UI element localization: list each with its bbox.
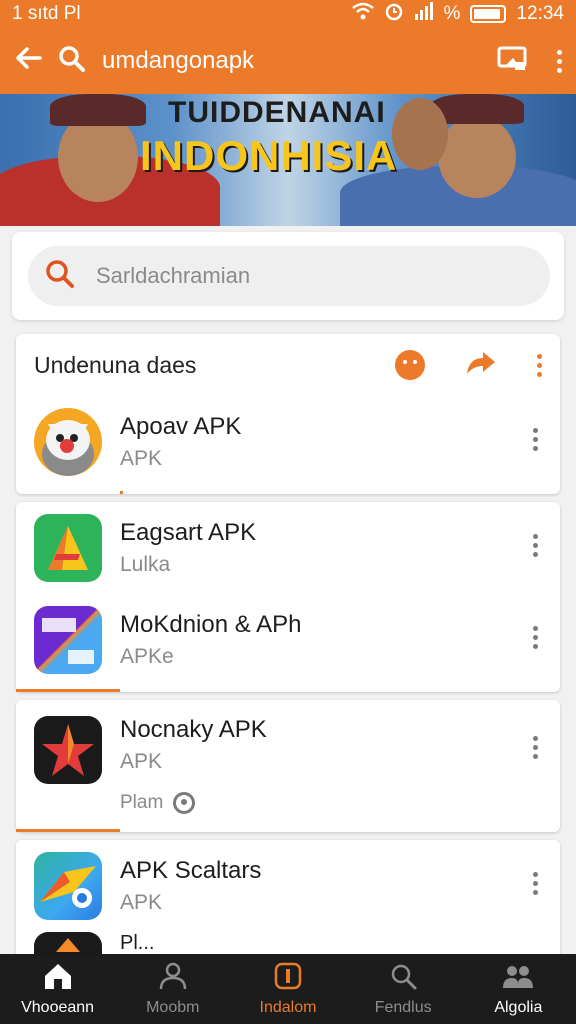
item-menu-icon[interactable] <box>533 626 538 649</box>
app-bar: umdangonapk <box>0 28 576 94</box>
progress-mark <box>16 829 120 832</box>
nav-item-search[interactable]: Fendlus <box>346 962 461 1017</box>
app-name: Eagsart APK <box>120 519 257 546</box>
maps-app-icon <box>34 852 102 920</box>
section-header: Undenuna daes <box>16 334 560 396</box>
home-icon <box>43 962 73 995</box>
app-name: APK Scaltars <box>120 857 262 884</box>
alarm-icon <box>384 1 404 27</box>
list-item[interactable]: APK Scaltars APK <box>16 840 560 932</box>
app-name: Apoav APK <box>120 413 242 440</box>
search-query-field[interactable]: umdangonapk <box>92 47 497 75</box>
list-item[interactable]: Pl... <box>16 932 560 954</box>
app-name: Nocnaky APK <box>120 716 267 743</box>
section-menu-icon[interactable] <box>537 353 542 377</box>
emoji-face-icon[interactable] <box>395 350 425 380</box>
apps-card-1: Undenuna daes Apoav APK APK <box>16 334 560 494</box>
app-sub: APK <box>120 750 163 773</box>
overflow-menu-icon[interactable] <box>557 49 562 73</box>
progress-mark <box>16 689 120 692</box>
app-sub: APK <box>120 447 163 470</box>
progress-mark <box>120 491 123 494</box>
clock-text: 12:34 <box>516 3 564 24</box>
apps-card-2: Eagsart APK Lulka MoKdnion & APh APKe <box>16 502 560 692</box>
apps-card-3: Nocnaky APK APK Plam <box>16 700 560 832</box>
search-input[interactable]: Sarldachramian <box>28 246 550 306</box>
nav-item-info[interactable]: Indalom <box>230 962 345 1017</box>
star-app-icon <box>34 716 102 784</box>
banner-title-line2: INDONHISIA <box>140 132 398 179</box>
share-icon[interactable] <box>465 350 497 381</box>
nav-label: Fendlus <box>374 998 432 1016</box>
group-icon <box>502 962 534 995</box>
nav-item-home[interactable]: Vhooeann <box>0 962 115 1017</box>
app-extra: Plam <box>120 792 560 814</box>
list-item[interactable]: Nocnaky APK APK Plam <box>16 700 560 832</box>
search-placeholder: Sarldachramian <box>96 263 251 288</box>
nav-label: Vhooeann <box>21 998 95 1016</box>
status-icons: % 12:34 <box>351 1 564 27</box>
carrier-text: 1 sıtd Pl <box>12 3 81 24</box>
item-menu-icon[interactable] <box>533 428 538 451</box>
nav-label: Indalom <box>259 998 317 1016</box>
search-card: Sarldachramian <box>12 232 564 320</box>
gradient-app-icon <box>34 606 102 674</box>
item-menu-icon[interactable] <box>533 736 538 759</box>
apps-card-4: APK Scaltars APK Pl... <box>16 840 560 954</box>
list-item[interactable]: Apoav APK APK <box>16 396 560 488</box>
nav-label: Algolia <box>494 998 543 1016</box>
download-circle-icon[interactable] <box>173 792 196 814</box>
battery-icon <box>470 5 507 23</box>
promo-banner[interactable]: TUIDDENANAI INDONHISIA <box>0 94 576 226</box>
app-name: MoKdnion & APh <box>120 611 302 638</box>
search-icon <box>44 258 76 295</box>
info-icon <box>274 962 302 995</box>
item-menu-icon[interactable] <box>533 534 538 557</box>
search-icon[interactable] <box>58 45 92 78</box>
search-icon <box>389 962 417 995</box>
app-sub: Lulka <box>120 553 171 576</box>
app-sub: APK <box>120 891 163 914</box>
triangle-app-icon <box>34 514 102 582</box>
list-item[interactable]: MoKdnion & APh APKe <box>16 594 560 686</box>
nav-label: Moobm <box>146 998 200 1016</box>
app-sub: APKe <box>120 645 174 668</box>
app-extra-label: Plam <box>120 792 164 813</box>
nav-item-group[interactable]: Algolia <box>461 962 576 1017</box>
back-arrow-icon[interactable] <box>14 44 58 78</box>
people-outline-icon <box>158 962 188 995</box>
status-bar: 1 sıtd Pl % 12:34 <box>0 0 576 28</box>
item-menu-icon[interactable] <box>533 872 538 895</box>
nav-item-people[interactable]: Moobm <box>115 962 230 1017</box>
app-name: Pl... <box>120 932 155 954</box>
bottom-nav: Vhooeann Moobm Indalom Fendlus Algolia <box>0 954 576 1024</box>
wifi-icon <box>351 2 374 26</box>
list-item[interactable]: Eagsart APK Lulka <box>16 502 560 594</box>
mascot-icon <box>34 408 102 476</box>
signal-icon <box>414 2 434 26</box>
section-title: Undenuna daes <box>34 351 197 378</box>
cast-icon[interactable] <box>497 46 527 77</box>
partial-app-icon <box>34 932 102 954</box>
banner-title-line1: TUIDDENANAI <box>168 96 386 129</box>
percent-text: % <box>443 3 461 24</box>
